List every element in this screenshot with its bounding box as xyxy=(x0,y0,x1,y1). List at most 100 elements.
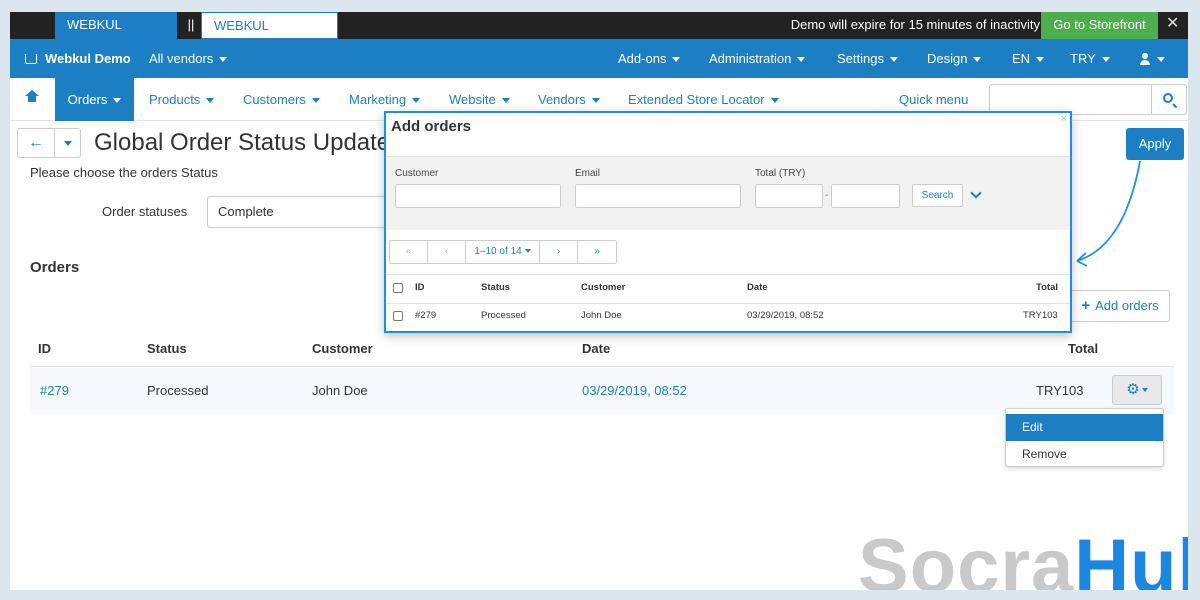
orders-section-title: Orders xyxy=(30,259,80,276)
settings-menu[interactable]: Settings xyxy=(837,39,898,78)
choose-status-instruction: Please choose the orders Status xyxy=(30,165,218,180)
plus-icon: + xyxy=(1081,297,1091,314)
store-locator-tab-label: Extended Store Locator xyxy=(628,92,765,107)
vendors-tab-label: Vendors xyxy=(538,92,586,107)
caret-down-icon xyxy=(1036,57,1045,63)
dialog-order-date: 03/29/2019, 08:52 xyxy=(747,310,824,321)
row-checkbox[interactable] xyxy=(393,311,403,321)
close-icon[interactable]: ✕ xyxy=(1166,14,1179,34)
order-customer: John Doe xyxy=(312,383,368,398)
order-status-select[interactable]: Complete xyxy=(207,196,393,228)
addons-menu[interactable]: Add-ons xyxy=(618,39,681,78)
chevron-down-icon[interactable] xyxy=(970,187,982,199)
tab-separator: || xyxy=(187,17,195,32)
total-field-label: Total (TRY) xyxy=(755,168,806,179)
go-to-storefront-button[interactable]: Go to Storefront xyxy=(1041,12,1158,39)
dialog-header-total: Total xyxy=(1036,282,1058,293)
row-actions-button[interactable]: ⚙ xyxy=(1112,375,1162,405)
tab-orders[interactable]: Orders xyxy=(55,78,134,121)
store-name-link[interactable]: Webkul Demo xyxy=(25,39,131,78)
dialog-close-icon[interactable]: × xyxy=(1061,113,1067,125)
caret-down-icon xyxy=(524,249,531,254)
curved-arrow-annotation xyxy=(1076,160,1141,267)
dialog-order-id: #279 xyxy=(415,310,437,321)
order-statuses-label: Order statuses xyxy=(102,204,188,219)
products-tab-label: Products xyxy=(149,92,201,107)
email-field[interactable] xyxy=(575,184,741,208)
back-button[interactable]: ← xyxy=(17,128,55,158)
addons-label: Add-ons xyxy=(618,51,667,66)
language-menu[interactable]: EN xyxy=(1012,39,1045,78)
total-from-field[interactable] xyxy=(755,184,823,208)
column-header-id: ID xyxy=(38,341,51,356)
administration-menu[interactable]: Administration xyxy=(709,39,806,78)
total-to-field[interactable] xyxy=(831,184,900,208)
remove-menu-item[interactable]: Remove xyxy=(1006,441,1163,468)
customers-tab-label: Customers xyxy=(243,92,306,107)
currency-menu[interactable]: TRY xyxy=(1070,39,1110,78)
dialog-order-status: Processed xyxy=(481,310,526,321)
add-orders-dialog: Add orders × Customer Email Total (TRY) … xyxy=(384,111,1072,333)
watermark-part-2: Hub xyxy=(1074,524,1188,591)
page-range-dropdown[interactable]: 1–10 of 14 xyxy=(466,241,540,263)
customer-field-label: Customer xyxy=(395,168,439,179)
tab-customers[interactable]: Customers xyxy=(243,78,320,121)
caret-down-icon xyxy=(63,141,72,147)
design-menu[interactable]: Design xyxy=(927,39,982,78)
order-search-form: Customer Email Total (TRY) - Search xyxy=(386,156,1070,230)
design-label: Design xyxy=(927,51,968,66)
cart-icon xyxy=(25,54,37,64)
caret-down-icon xyxy=(1157,57,1165,63)
pagination: « ‹ 1–10 of 14 › » xyxy=(389,240,617,264)
prev-page-button[interactable]: ‹ xyxy=(428,241,466,263)
order-status: Processed xyxy=(147,383,209,398)
store-name: Webkul Demo xyxy=(45,51,131,66)
customer-field[interactable] xyxy=(395,184,561,208)
website-tab-label: Website xyxy=(449,92,496,107)
order-date-link[interactable]: 03/29/2019, 08:52 xyxy=(582,383,687,398)
search-button[interactable] xyxy=(1151,84,1187,115)
watermark-part-1: Socra xyxy=(858,524,1075,591)
webkul-addon-tab[interactable]: WEBKUL ADDON xyxy=(55,12,177,57)
first-page-button[interactable]: « xyxy=(390,241,428,263)
dialog-header-id: ID xyxy=(415,282,425,293)
apply-button[interactable]: Apply xyxy=(1126,128,1184,160)
caret-down-icon xyxy=(1141,388,1148,393)
last-page-button[interactable]: » xyxy=(578,241,616,263)
home-icon xyxy=(25,90,39,105)
search-icon xyxy=(1163,93,1173,103)
back-dropdown-button[interactable] xyxy=(54,128,81,158)
currency-label: TRY xyxy=(1070,51,1096,66)
select-all-checkbox[interactable] xyxy=(393,283,403,293)
all-vendors-menu[interactable]: All vendors xyxy=(149,39,228,78)
dialog-header-status: Status xyxy=(481,282,511,293)
dialog-title: Add orders xyxy=(391,118,472,135)
caret-down-icon xyxy=(501,98,510,104)
email-field-label: Email xyxy=(575,168,601,179)
edit-menu-item[interactable]: Edit xyxy=(1006,414,1163,441)
dialog-search-button[interactable]: Search xyxy=(912,184,963,207)
user-menu[interactable] xyxy=(1139,39,1165,78)
caret-down-icon xyxy=(797,57,806,63)
tab-products[interactable]: Products xyxy=(149,78,215,121)
order-id-link[interactable]: #279 xyxy=(40,383,69,398)
home-button[interactable] xyxy=(10,78,54,121)
settings-label: Settings xyxy=(837,51,884,66)
caret-down-icon xyxy=(770,98,779,104)
webkul-support-tab[interactable]: WEBKUL SUPPORT xyxy=(201,12,338,58)
orders-tab-label: Orders xyxy=(67,92,108,107)
demo-bar: WEBKUL ADDON || WEBKUL SUPPORT Demo will… xyxy=(10,12,1188,58)
column-header-total: Total xyxy=(1068,341,1099,356)
dialog-header-customer: Customer xyxy=(581,282,626,293)
caret-down-icon xyxy=(113,98,122,104)
marketing-tab-label: Marketing xyxy=(349,92,407,107)
all-vendors-label: All vendors xyxy=(149,51,214,66)
next-page-button[interactable]: › xyxy=(540,241,578,263)
caret-down-icon xyxy=(219,57,228,63)
arrow-left-icon: ← xyxy=(28,134,44,151)
caret-down-icon xyxy=(973,57,982,63)
add-orders-label: Add orders xyxy=(1095,298,1159,313)
add-orders-button[interactable]: + Add orders xyxy=(1070,290,1170,322)
caret-down-icon xyxy=(672,57,681,63)
order-total: TRY103 xyxy=(1036,383,1084,398)
